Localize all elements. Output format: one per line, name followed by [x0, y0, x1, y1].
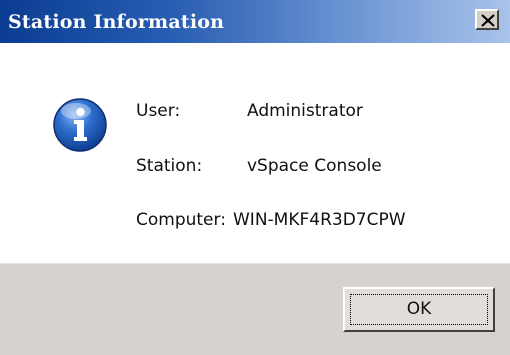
user-value: Administrator — [247, 101, 363, 121]
computer-value: WIN-MKF4R3D7CPW — [233, 210, 406, 230]
close-icon — [481, 14, 495, 27]
close-button[interactable] — [475, 9, 499, 30]
ok-button-label: OK — [406, 299, 432, 319]
info-icon — [53, 98, 107, 152]
station-information-dialog: Station Information User: Administrator — [0, 0, 510, 355]
user-label: User: — [136, 101, 181, 121]
ok-button[interactable]: OK — [343, 287, 495, 332]
computer-label: Computer: — [136, 210, 226, 230]
station-value: vSpace Console — [247, 156, 382, 176]
window-title: Station Information — [8, 11, 225, 33]
title-bar[interactable]: Station Information — [0, 0, 510, 43]
dialog-body: User: Administrator Station: vSpace Cons… — [0, 43, 510, 263]
button-bar: OK — [0, 263, 510, 355]
station-label: Station: — [136, 156, 203, 176]
